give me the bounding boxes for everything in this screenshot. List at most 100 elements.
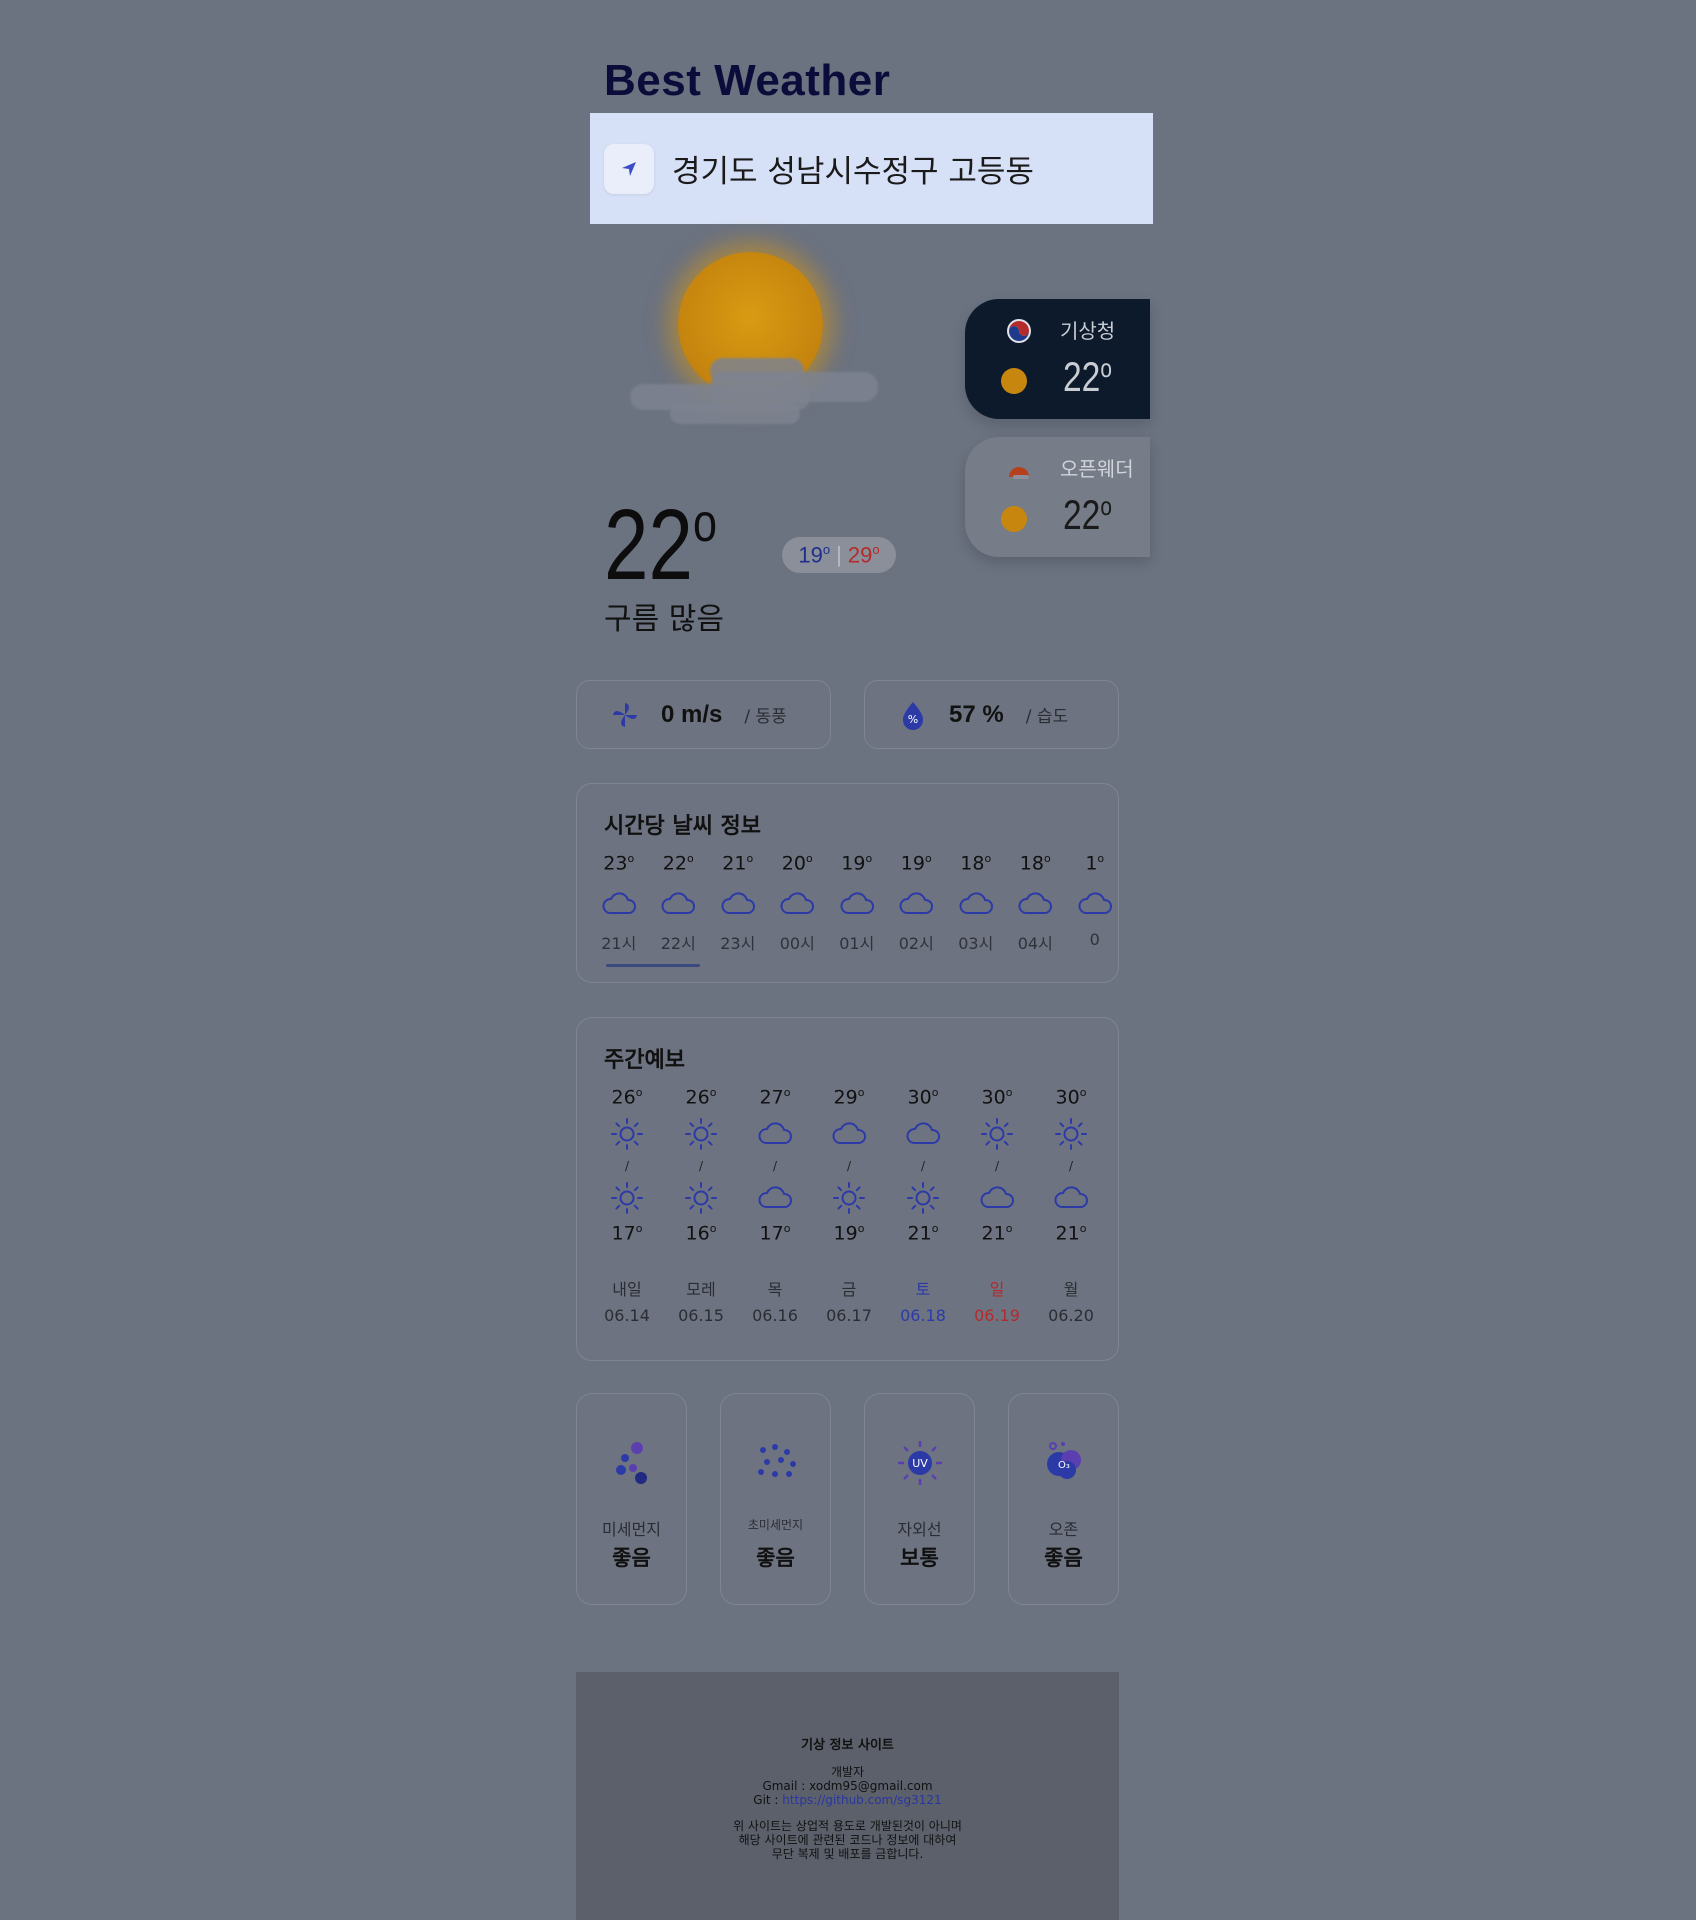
humidity-label: / 습도 (1025, 707, 1069, 727)
weekly-item: 30o / 21o 토 06.18 (886, 1086, 960, 1325)
air-label: 미세먼지 (602, 1520, 661, 1539)
weekly-item: 30o / 21o 일 06.19 (960, 1086, 1034, 1325)
weekly-day: 토 (915, 1280, 931, 1299)
air-label: 오존 (1048, 1520, 1079, 1539)
footer: 기상 정보 사이트 개발자 Gmail : xodm95@gmail.com G… (576, 1672, 1119, 1920)
footer-developer: 개발자 (830, 1765, 865, 1779)
weekly-item: 26o / 17o 내일 06.14 (590, 1086, 664, 1325)
sun-icon (685, 1182, 717, 1214)
cloud-icon (840, 892, 874, 914)
hourly-temp: 19o (900, 852, 932, 875)
air-label: 초미세먼지 (747, 1518, 804, 1532)
weekly-high: 26o (611, 1086, 643, 1109)
location-text: 경기도 성남시수정구 고등동 (672, 154, 1034, 190)
weekly-date: 06.16 (752, 1306, 798, 1325)
weekly-high: 26o (685, 1086, 717, 1109)
korea-emblem-icon (1007, 319, 1031, 343)
weekly-list: 26o / 17o 내일 06.14 26o / 16o 모레 06.15 27o … (590, 1086, 1108, 1325)
openweather-logo-icon (1009, 467, 1029, 479)
weekly-day: 월 (1063, 1280, 1079, 1299)
cloud-icon (832, 1122, 866, 1144)
source-card-openweather[interactable]: 오픈웨더 22o (965, 437, 1150, 557)
hourly-scroll-list[interactable]: 23o 21시 22o 22시 21o 23시 20o 00시 19o 01시 19o 0… (589, 852, 1118, 954)
air-value: 좋음 (756, 1546, 795, 1570)
location-bar[interactable]: 경기도 성남시수정구 고등동 (590, 113, 1153, 224)
sun-icon (611, 1118, 643, 1150)
sun-icon (1055, 1118, 1087, 1150)
cloud-icon (959, 892, 993, 914)
hourly-item: 19o 02시 (887, 852, 947, 954)
weekly-high: 27o (759, 1086, 791, 1109)
weather-illustration (630, 240, 880, 430)
cloud-icon (661, 892, 696, 914)
source-temp: 22o (1063, 491, 1112, 538)
navigation-arrow-icon (622, 161, 636, 176)
cloud-icon (1018, 892, 1053, 914)
hourly-time: 0 (1089, 930, 1100, 949)
cloud-icon (758, 1122, 792, 1144)
weekly-high: 30o (907, 1086, 939, 1109)
footer-gmail: Gmail : xodm95@gmail.com (762, 1779, 933, 1793)
weekly-item: 29o / 19o 금 06.17 (812, 1086, 886, 1325)
sun-icon (1001, 368, 1027, 394)
divider: / (994, 1159, 1000, 1173)
weekly-item: 30o / 21o 월 06.20 (1034, 1086, 1108, 1325)
weekly-date: 06.14 (604, 1306, 650, 1325)
location-button[interactable] (604, 143, 654, 194)
wind-value: 0 m/s (661, 700, 723, 728)
source-card-kma[interactable]: 기상청 22o (965, 299, 1150, 419)
hourly-item: 18o 04시 (1006, 852, 1066, 954)
sun-icon (685, 1118, 717, 1150)
weekly-day: 일 (989, 1280, 1005, 1299)
divider: / (698, 1159, 704, 1173)
divider: / (846, 1159, 852, 1173)
air-value: 보통 (900, 1546, 939, 1570)
weekly-low: 21o (1055, 1222, 1087, 1245)
weekly-low: 21o (907, 1222, 939, 1245)
sun-icon (981, 1118, 1013, 1150)
hourly-item: 18o 03시 (946, 852, 1006, 954)
github-link[interactable]: https://github.com/sg3121 (782, 1793, 941, 1807)
weekly-low: 21o (981, 1222, 1013, 1245)
hourly-temp: 18o (1019, 852, 1051, 875)
sun-icon (907, 1182, 939, 1214)
cloud-icon (758, 1186, 792, 1208)
sun-icon (611, 1182, 643, 1214)
svg-text:%: % (908, 713, 918, 726)
hourly-forecast-card[interactable]: 시간당 날씨 정보 23o 21시 22o 22시 21o 23시 20o 00시 19… (576, 783, 1119, 983)
hourly-time: 01시 (839, 934, 875, 953)
footer-notice: 무단 복제 및 배포를 금합니다. (771, 1847, 924, 1861)
hourly-item: 23o 21시 (589, 852, 649, 954)
hourly-time: 21시 (601, 934, 637, 953)
min-max-badge: 19o | 29o (782, 537, 896, 573)
fine-dust-icon (615, 1442, 647, 1484)
air-card-fine-dust: 미세먼지 좋음 (576, 1393, 687, 1605)
hourly-temp: 20o (781, 852, 813, 875)
humidity-drop-icon: % (902, 701, 924, 730)
weekly-date: 06.20 (1048, 1306, 1094, 1325)
scroll-indicator[interactable] (606, 964, 700, 967)
ultrafine-dust-icon (757, 1444, 796, 1477)
weekly-day: 내일 (612, 1280, 642, 1299)
humidity-value: 57 % (949, 700, 1004, 728)
wind-pill: 0 m/s / 동풍 (576, 680, 831, 749)
cloud-icon (980, 1186, 1014, 1208)
weekly-date: 06.19 (974, 1306, 1020, 1325)
hourly-time: 04시 (1017, 934, 1053, 953)
hourly-temp: 21o (722, 852, 754, 875)
air-card-ultrafine-dust: 초미세먼지 좋음 (720, 1393, 831, 1605)
uv-icon: UV (897, 1441, 942, 1485)
hourly-time: 23시 (720, 934, 756, 953)
footer-git: Git : https://github.com/sg3121 (753, 1793, 942, 1807)
source-name: 오픈웨더 (1060, 457, 1134, 481)
sun-icon (833, 1182, 865, 1214)
hourly-title: 시간당 날씨 정보 (604, 814, 761, 839)
cloud-icon (602, 892, 636, 914)
hourly-item: 22o 22시 (649, 852, 709, 954)
weekly-date: 06.15 (678, 1306, 724, 1325)
weekly-low: 19o (833, 1222, 865, 1245)
air-card-ozone: O₃ 오존 좋음 (1008, 1393, 1119, 1605)
divider: / (920, 1159, 926, 1173)
air-label: 자외선 (897, 1520, 942, 1539)
footer-notice: 해당 사이트에 관련된 코드나 정보에 대하여 (738, 1833, 957, 1847)
